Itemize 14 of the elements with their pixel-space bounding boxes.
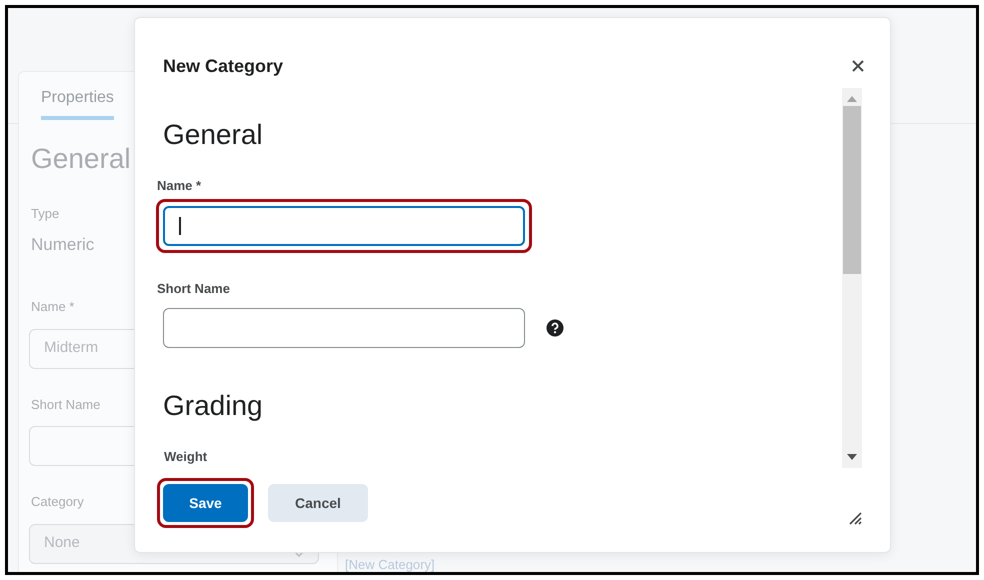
dialog-title: New Category xyxy=(163,54,284,78)
field-label: Name * xyxy=(156,177,202,195)
field-label: Short Name xyxy=(156,280,230,298)
section-heading: Grading xyxy=(163,389,264,423)
section-heading: General xyxy=(163,118,264,152)
field-label: Weight xyxy=(163,448,208,466)
section-heading: General xyxy=(30,142,132,176)
field-label: Name * xyxy=(30,298,76,316)
cancel-button[interactable]: Cancel xyxy=(268,484,368,522)
save-button[interactable]: Save xyxy=(163,484,248,522)
type-value: Numeric xyxy=(30,234,96,256)
field-label: Short Name xyxy=(30,396,102,414)
field-label: Category xyxy=(30,493,85,511)
field-label: Type xyxy=(30,205,60,223)
